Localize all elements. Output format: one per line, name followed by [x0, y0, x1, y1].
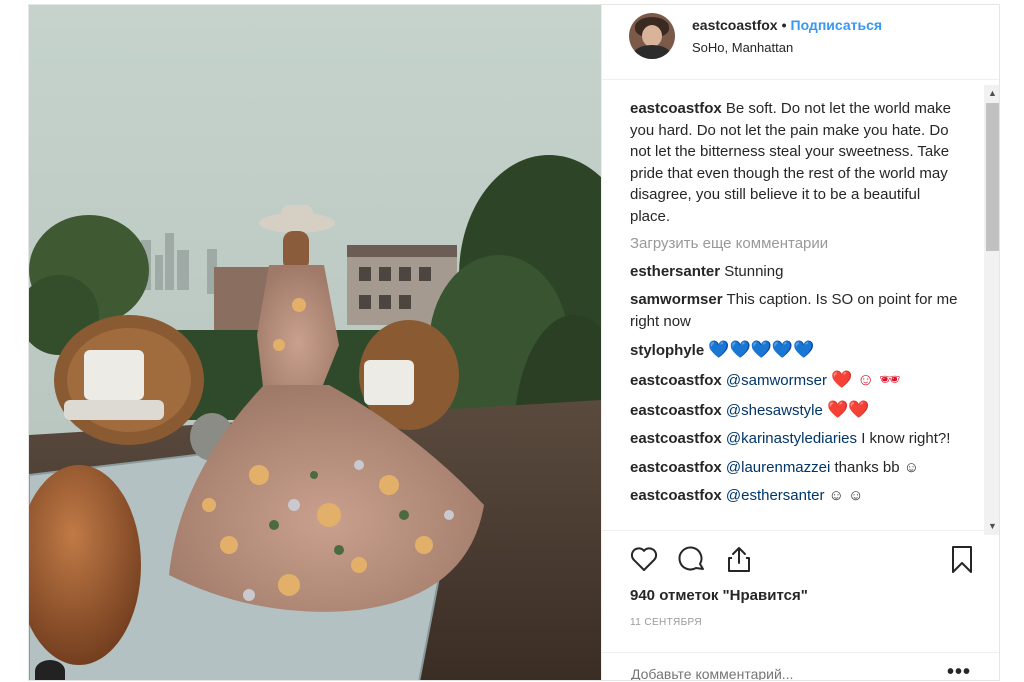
- comment-text: thanks bb ☺: [834, 458, 920, 476]
- comment-button[interactable]: [677, 544, 707, 574]
- comment-icon: [678, 546, 704, 571]
- separator-dot: •: [781, 17, 787, 33]
- comment-text: ❤️❤️: [827, 399, 870, 419]
- post-photo[interactable]: [29, 5, 601, 680]
- comment-username[interactable]: stylophyle: [630, 342, 704, 359]
- comment-item: eastcoastfox @shesawstyle ❤️❤️: [630, 399, 960, 422]
- comment-item: stylophyle 💙💙💙💙💙: [630, 339, 960, 362]
- bookmark-icon: [952, 546, 972, 573]
- comment-text: 💙💙💙💙💙: [708, 340, 815, 360]
- rooftop-photo: [29, 5, 601, 680]
- comment-item: samwormser This caption. Is SO on point …: [630, 289, 960, 332]
- post-date[interactable]: 11 СЕНТЯБРЯ: [630, 617, 702, 628]
- comment-username[interactable]: eastcoastfox: [630, 459, 722, 476]
- location-link[interactable]: SoHo, Manhattan: [692, 40, 793, 55]
- comment-username[interactable]: eastcoastfox: [630, 487, 722, 504]
- comment-text: Stunning: [724, 262, 784, 280]
- comment-mention[interactable]: @shesawstyle: [726, 402, 823, 419]
- heart-icon: [630, 547, 658, 571]
- comment-username[interactable]: eastcoastfox: [630, 430, 722, 447]
- instagram-post: eastcoastfox • Подписаться SoHo, Manhattan…: [28, 4, 1000, 681]
- comment-username[interactable]: esthersanter: [630, 263, 720, 280]
- comment-item: esthersanter Stunning: [630, 261, 960, 283]
- comment-mention[interactable]: @karinastylediaries: [726, 430, 857, 447]
- comment-text: ❤️ ☺ 🕶: [831, 369, 901, 389]
- comment-item: eastcoastfox @samwormser ❤️ ☺ 🕶: [630, 369, 960, 392]
- share-icon: [728, 547, 750, 572]
- like-button[interactable]: [629, 544, 659, 574]
- comment-item: eastcoastfox @karinastylediaries I know …: [630, 428, 960, 450]
- comment-item: eastcoastfox @laurenmazzei thanks bb ☺: [630, 457, 960, 479]
- post-sidebar: eastcoastfox • Подписаться SoHo, Manhattan…: [601, 5, 999, 680]
- share-button[interactable]: [724, 544, 754, 574]
- follow-button[interactable]: Подписаться: [791, 17, 883, 33]
- header-username[interactable]: eastcoastfox: [692, 17, 778, 33]
- comment-username[interactable]: samwormser: [630, 291, 723, 308]
- comments-scrollbar[interactable]: ▲ ▼: [984, 85, 999, 535]
- comment-text: ☺ ☺: [828, 487, 864, 505]
- comment-mention[interactable]: @esthersanter: [726, 487, 825, 504]
- comment-mention[interactable]: @laurenmazzei: [726, 459, 830, 476]
- caption: eastcoastfox Be soft. Do not let the wor…: [630, 98, 960, 228]
- comment-input[interactable]: [629, 665, 933, 680]
- comments-list[interactable]: eastcoastfox Be soft. Do not let the wor…: [602, 80, 982, 530]
- scroll-up-arrow-icon[interactable]: ▲: [984, 85, 999, 102]
- comment-item: eastcoastfox @esthersanter ☺ ☺: [630, 485, 960, 507]
- caption-text: Be soft. Do not let the world make you h…: [630, 100, 952, 225]
- user-tag-icon[interactable]: [35, 660, 65, 680]
- more-options-icon[interactable]: •••: [947, 661, 971, 680]
- post-actions: 940 отметок "Нравится" 11 СЕНТЯБРЯ •••: [602, 530, 999, 680]
- comment-username[interactable]: eastcoastfox: [630, 402, 722, 419]
- add-comment-section: •••: [602, 652, 999, 680]
- avatar[interactable]: [629, 13, 675, 59]
- scrollbar-thumb[interactable]: [986, 103, 999, 251]
- comment-text: I know right?!: [861, 430, 951, 448]
- header-user-line: eastcoastfox • Подписаться: [692, 17, 882, 33]
- save-button[interactable]: [947, 544, 977, 574]
- likes-count[interactable]: 940 отметок "Нравится": [630, 587, 808, 604]
- load-more-comments[interactable]: Загрузить еще комментарии: [630, 233, 960, 254]
- comment-mention[interactable]: @samwormser: [726, 372, 827, 389]
- comment-username[interactable]: eastcoastfox: [630, 372, 722, 389]
- post-header: eastcoastfox • Подписаться SoHo, Manhattan: [602, 5, 999, 80]
- caption-username[interactable]: eastcoastfox: [630, 100, 722, 117]
